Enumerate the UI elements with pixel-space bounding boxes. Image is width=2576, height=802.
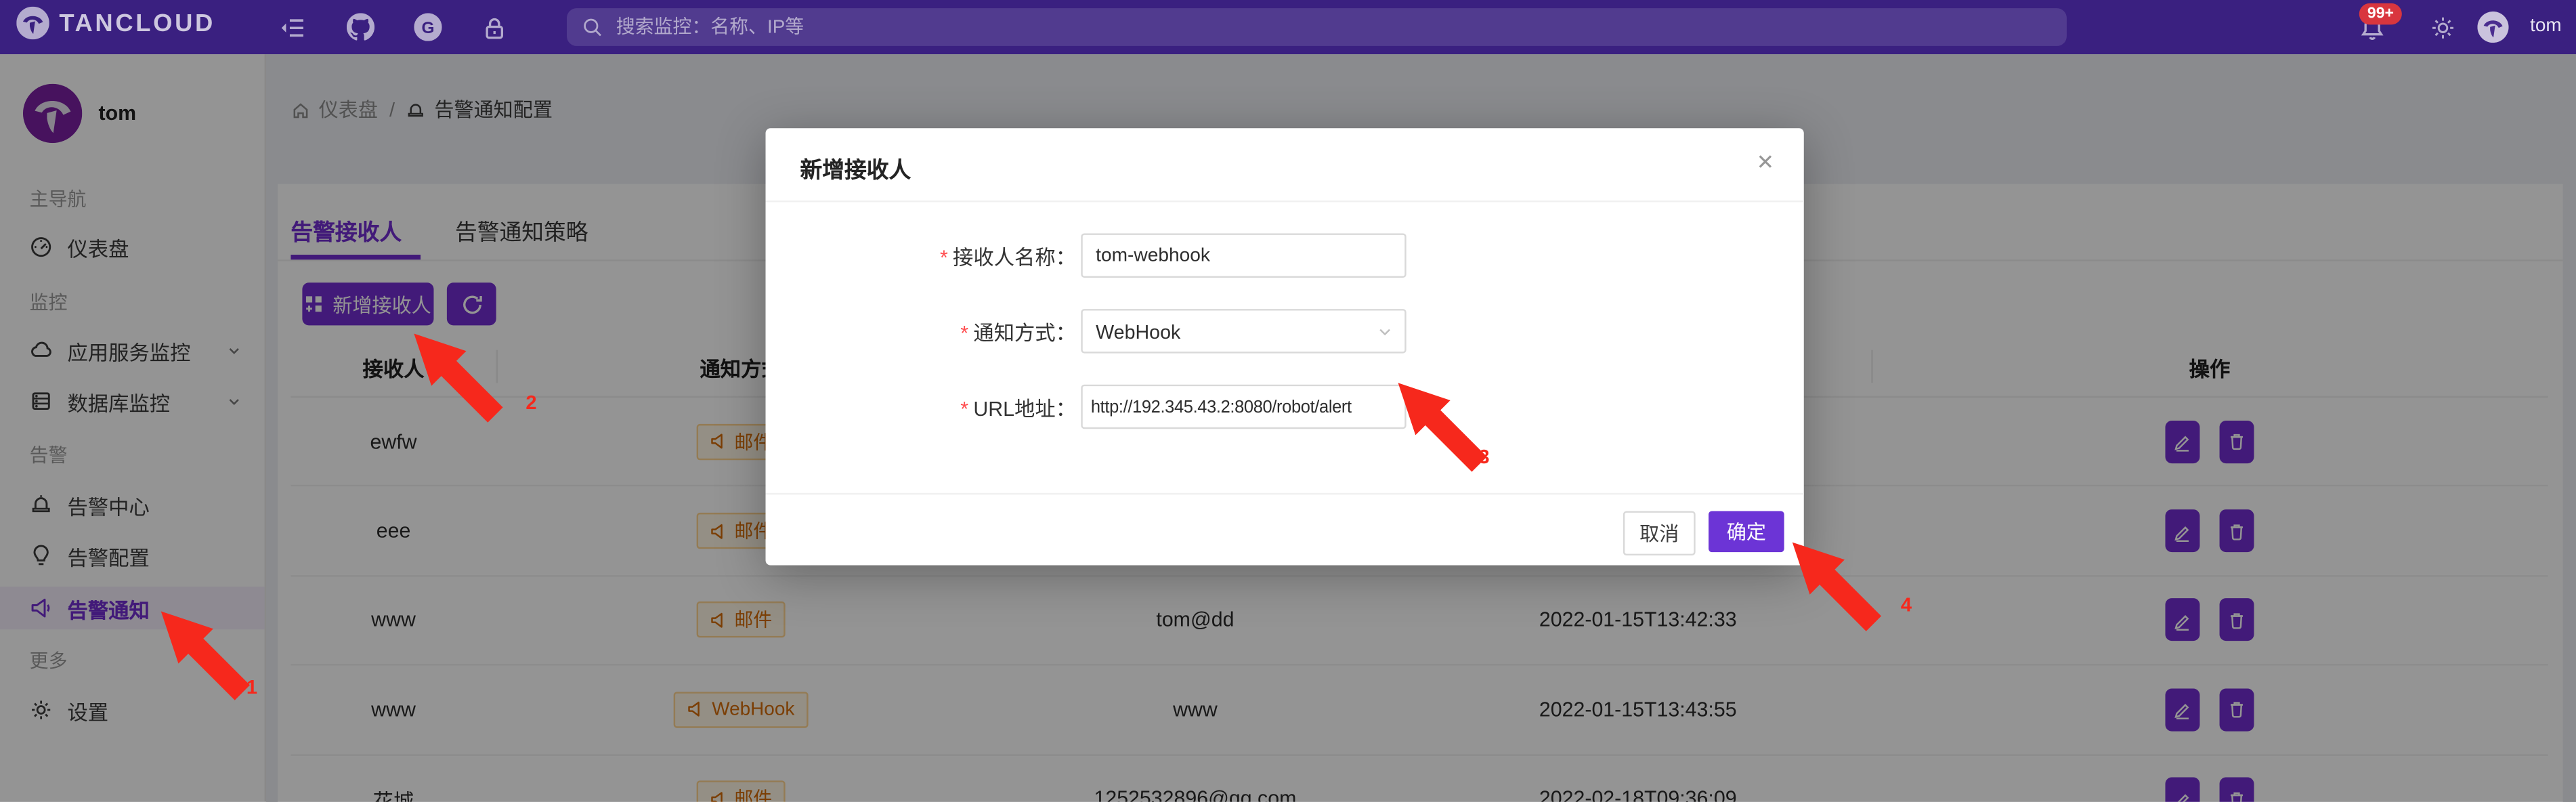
required-asterisk: * [940,247,948,270]
gear-icon[interactable] [2430,15,2456,41]
annotation-step-number: 4 [1901,593,1912,616]
tancloud-logo-icon [16,7,49,40]
add-recipient-modal: 新增接收人 ✕ *接收人名称： *通知方式： WebHook *URL地址： 取… [766,128,1804,565]
annotation-arrow-4 [1786,536,1891,641]
brand-name: TANCLOUD [59,9,215,37]
brand[interactable]: TANCLOUD [16,7,215,40]
notify-method-select[interactable]: WebHook [1081,309,1406,354]
lock-icon[interactable] [481,15,508,41]
modal-title: 新增接收人 [800,151,911,184]
menu-fold-icon[interactable] [279,15,305,41]
header-username[interactable]: tom [2530,16,2562,36]
svg-text:G: G [421,19,434,37]
notification-badge: 99+ [2359,3,2402,25]
app-root: TANCLOUD G 99+ tom [0,0,2576,802]
url-input[interactable] [1083,397,1405,417]
cancel-button[interactable]: 取消 [1623,511,1696,555]
annotation-step-number: 2 [525,391,536,414]
github-icon[interactable] [347,13,374,41]
confirm-button[interactable]: 确定 [1709,511,1784,552]
chevron-down-icon [1377,323,1393,339]
form-row-url: *URL地址： [766,385,1804,429]
search-input[interactable] [613,16,2052,39]
user-avatar[interactable] [2477,12,2508,43]
required-asterisk: * [960,398,968,421]
annotation-arrow-2 [408,327,513,432]
required-asterisk: * [960,322,968,345]
gitee-icon[interactable]: G [414,13,442,41]
recipient-name-input[interactable] [1083,245,1405,266]
close-icon[interactable]: ✕ [1757,150,1774,176]
top-header: TANCLOUD G 99+ tom [0,0,2576,54]
form-row-name: *接收人名称： [766,233,1804,278]
search-bar [567,8,2067,46]
annotation-step-number: 1 [246,675,257,698]
select-value: WebHook [1083,320,1181,343]
annotation-arrow-1 [154,605,259,710]
form-row-method: *通知方式： WebHook [766,309,1804,354]
search-icon [582,16,603,38]
annotation-step-number: 3 [1478,445,1489,468]
